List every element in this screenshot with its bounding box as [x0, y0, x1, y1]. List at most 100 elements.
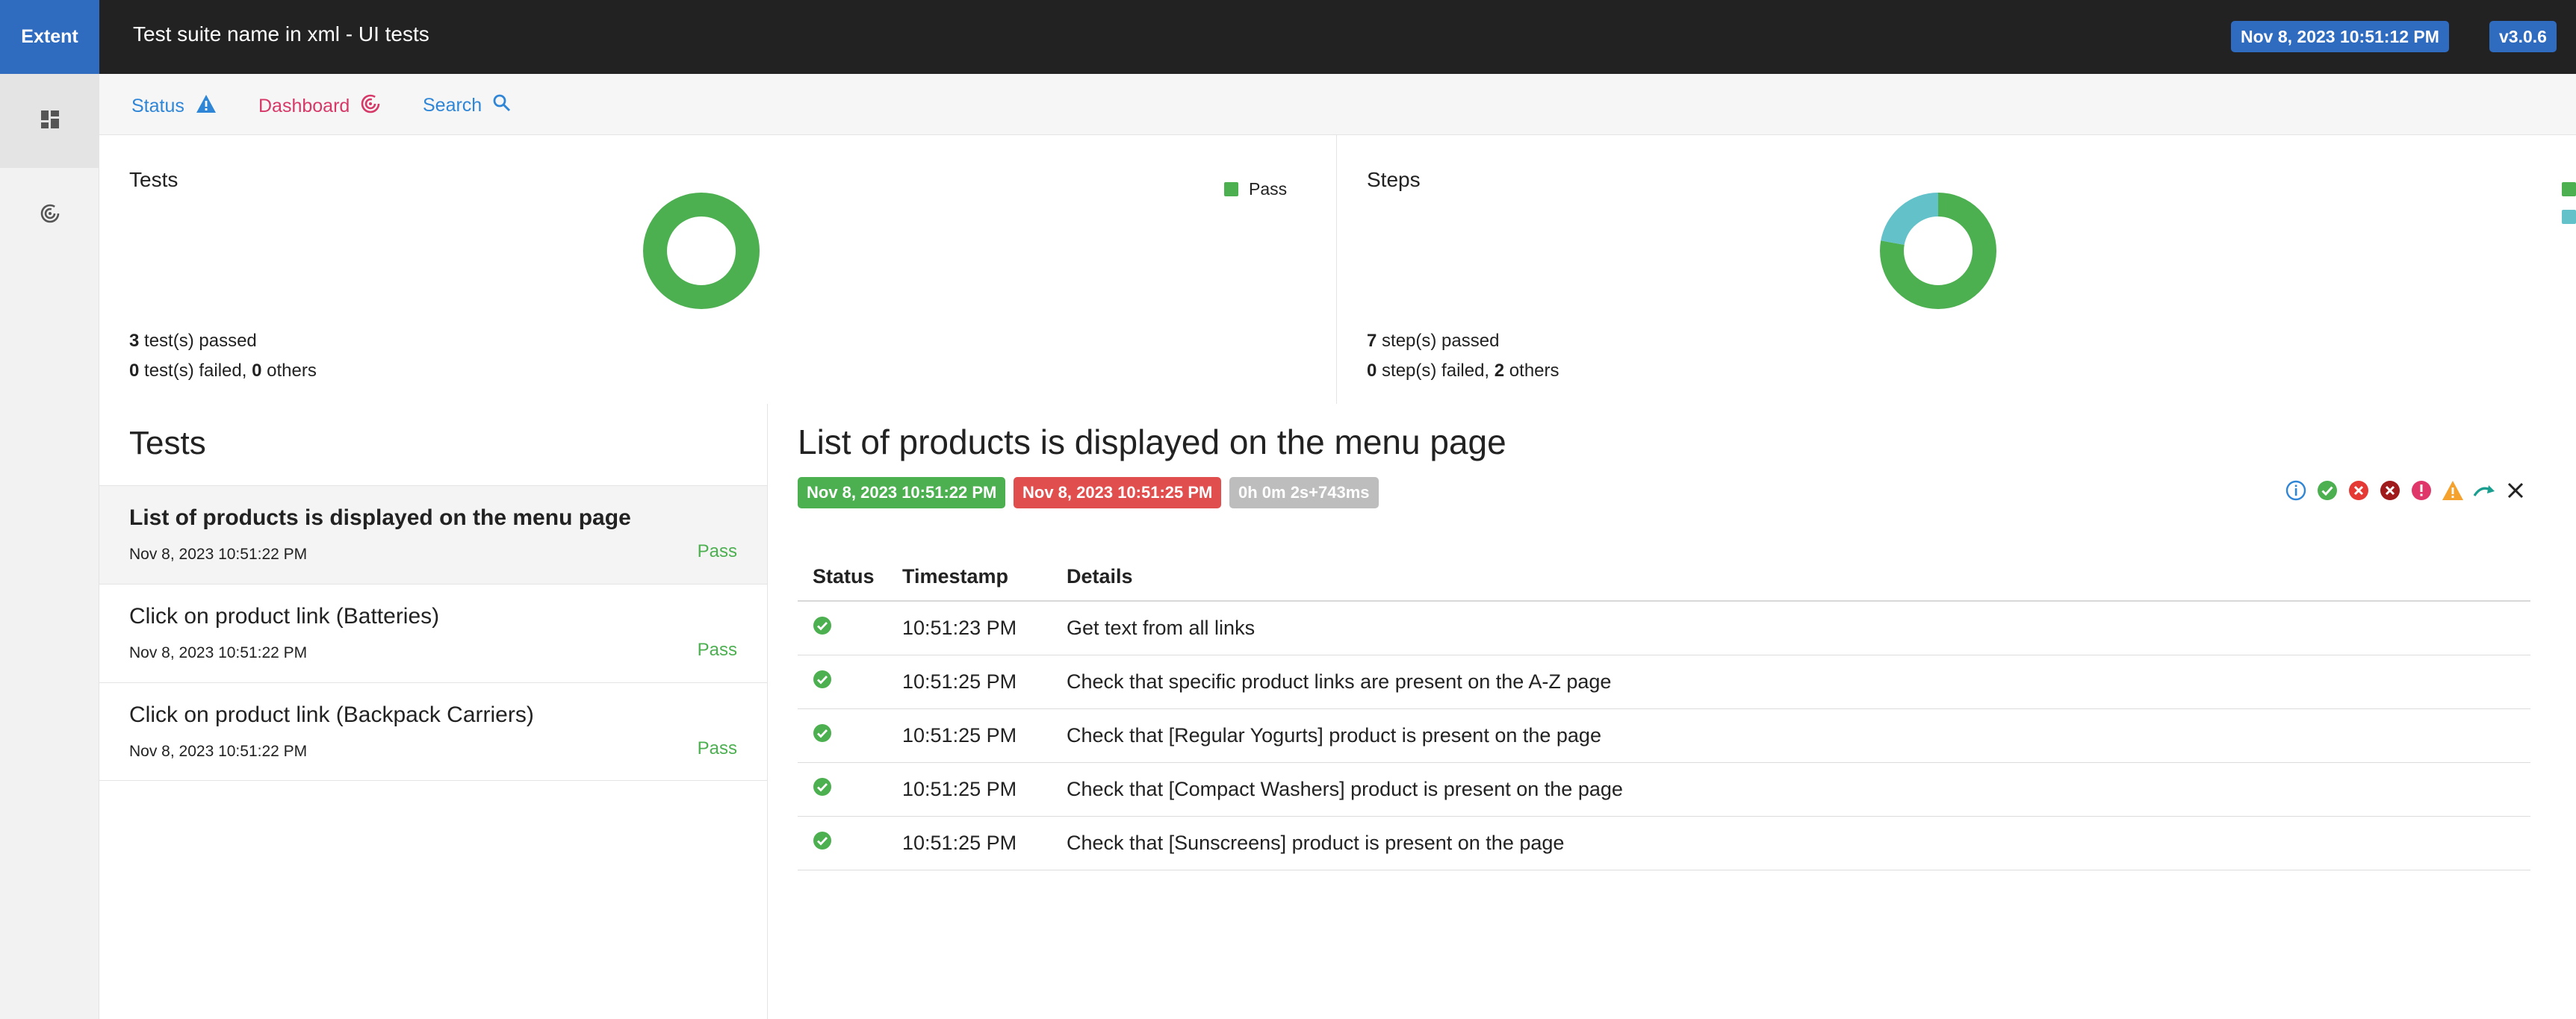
tests-failed-text: test(s) failed,	[144, 361, 247, 381]
tests-donut-slice-pass	[643, 193, 760, 309]
test-name: List of products is displayed on the men…	[129, 505, 631, 530]
pass-check-icon	[813, 831, 832, 855]
tests-others-text: others	[267, 361, 317, 381]
steps-passed-text: step(s) passed	[1382, 331, 1500, 351]
pass-filter-icon[interactable]	[2315, 479, 2339, 502]
log-details: Check that specific product links are pr…	[1052, 655, 2530, 709]
clear-filter-icon[interactable]	[2504, 479, 2527, 502]
log-table-header: Status Timestamp Details	[798, 553, 2530, 602]
legend-item: Info	[2562, 203, 2576, 231]
test-name: Click on product link (Batteries)	[129, 604, 440, 629]
test-status: Pass	[697, 738, 737, 758]
tests-passed-line: 3 test(s) passed	[129, 326, 317, 356]
sidebar-item-tests[interactable]	[0, 74, 99, 168]
steps-passed-line: 7 step(s) passed	[1367, 326, 1559, 356]
report-date-badge: Nov 8, 2023 10:51:12 PM	[2231, 21, 2449, 52]
log-timestamp: 10:51:23 PM	[887, 601, 1052, 655]
steps-stats: 7 step(s) passed 0 step(s) failed, 2 oth…	[1367, 326, 1559, 386]
column-header: Timestamp	[887, 553, 1052, 602]
steps-failed-line: 0 step(s) failed, 2 others	[1367, 356, 1559, 386]
test-time: Nov 8, 2023 10:51:22 PM	[129, 743, 308, 760]
legend-swatch-pass	[1224, 182, 1238, 196]
error-filter-icon[interactable]	[2409, 479, 2433, 502]
legend-item: Pass	[2562, 175, 2576, 203]
steps-passed-count: 7	[1367, 331, 1377, 351]
fail-filter-icon[interactable]	[2347, 479, 2371, 502]
warning-filter-icon[interactable]	[2441, 479, 2465, 502]
tests-failed-line: 0 test(s) failed, 0 others	[129, 356, 317, 386]
info-filter-icon[interactable]	[2284, 479, 2308, 502]
test-list-item[interactable]: Click on product link (Backpack Carriers…	[99, 682, 767, 781]
grid-view-icon	[40, 110, 60, 133]
log-status-cell	[798, 655, 887, 709]
steps-others-text: others	[1509, 361, 1559, 381]
log-status-filters	[2284, 479, 2527, 502]
column-header: Status	[798, 553, 887, 602]
tests-others-count: 0	[252, 361, 262, 381]
test-time: Nov 8, 2023 10:51:22 PM	[129, 546, 308, 563]
search-link[interactable]: Search	[423, 93, 512, 118]
dashboard-summary: Tests Pass 3 test(s) passed 0 test(s) fa…	[99, 135, 2576, 404]
skip-filter-icon[interactable]	[2472, 479, 2496, 502]
tests-failed-count: 0	[129, 361, 140, 381]
steps-failed-text: step(s) failed,	[1382, 361, 1490, 381]
pass-check-icon	[813, 670, 832, 694]
legend-label: Pass	[1249, 179, 1288, 199]
warning-icon	[195, 93, 217, 119]
test-list-item[interactable]: List of products is displayed on the men…	[99, 485, 767, 584]
column-header: Details	[1052, 553, 2530, 602]
log-details: Check that [Regular Yogurts] product is …	[1052, 708, 2530, 763]
steps-failed-count: 0	[1367, 361, 1377, 381]
tests-card: Tests Pass 3 test(s) passed 0 test(s) fa…	[99, 135, 1337, 404]
steps-legend: PassInfo	[2562, 175, 2576, 231]
log-row: 10:51:25 PM Check that [Regular Yogurts]…	[798, 708, 2530, 763]
tests-passed-text: test(s) passed	[144, 331, 257, 351]
status-filter-link[interactable]: Status	[131, 93, 217, 119]
log-row: 10:51:23 PM Get text from all links	[798, 601, 2530, 655]
tests-passed-count: 3	[129, 331, 140, 351]
steps-card-title: Steps	[1367, 168, 1421, 191]
brand-logo[interactable]: Extent	[0, 0, 99, 74]
sidebar	[0, 74, 99, 1019]
sub-navigation: Status Dashboard Search	[99, 74, 2576, 135]
dashboard-label: Dashboard	[258, 96, 350, 116]
dashboard-link[interactable]: Dashboard	[258, 93, 381, 119]
test-list-heading: Tests	[129, 425, 206, 461]
test-time: Nov 8, 2023 10:51:22 PM	[129, 644, 308, 661]
log-timestamp: 10:51:25 PM	[887, 655, 1052, 709]
tests-stats: 3 test(s) passed 0 test(s) failed, 0 oth…	[129, 326, 317, 386]
target-icon	[360, 93, 381, 119]
log-status-cell	[798, 816, 887, 870]
log-row: 10:51:25 PM Check that [Sunscreens] prod…	[798, 816, 2530, 870]
suite-title: Test suite name in xml - UI tests	[133, 22, 429, 46]
log-status-cell	[798, 601, 887, 655]
test-list-panel: Tests List of products is displayed on t…	[99, 404, 768, 1019]
search-icon	[492, 93, 512, 118]
sidebar-item-dashboard[interactable]	[0, 168, 99, 262]
log-timestamp: 10:51:25 PM	[887, 762, 1052, 817]
tests-donut-chart	[643, 193, 760, 309]
log-row: 10:51:25 PM Check that [Compact Washers]…	[798, 762, 2530, 817]
test-detail-panel: List of products is displayed on the men…	[768, 404, 2576, 1019]
tests-legend: Pass	[1224, 175, 1287, 203]
target-icon	[40, 203, 60, 228]
log-details: Check that [Sunscreens] product is prese…	[1052, 816, 2530, 870]
fatal-filter-icon[interactable]	[2378, 479, 2402, 502]
legend-swatch-info	[2562, 210, 2576, 224]
steps-donut-chart	[1880, 193, 1996, 309]
tests-card-title: Tests	[129, 168, 179, 191]
search-label: Search	[423, 95, 482, 116]
test-name: Click on product link (Backpack Carriers…	[129, 702, 534, 727]
log-details: Check that [Compact Washers] product is …	[1052, 762, 2530, 817]
duration-badge: 0h 0m 2s+743ms	[1229, 477, 1379, 508]
log-row: 10:51:25 PM Check that specific product …	[798, 655, 2530, 709]
status-filter-label: Status	[131, 96, 184, 116]
test-status: Pass	[697, 640, 737, 660]
log-status-cell	[798, 708, 887, 763]
pass-check-icon	[813, 777, 832, 801]
top-bar: Extent Test suite name in xml - UI tests…	[0, 0, 2576, 74]
log-timestamp: 10:51:25 PM	[887, 708, 1052, 763]
test-list-item[interactable]: Click on product link (Batteries) Nov 8,…	[99, 584, 767, 682]
steps-others-count: 2	[1494, 361, 1505, 381]
version-badge: v3.0.6	[2489, 21, 2557, 52]
